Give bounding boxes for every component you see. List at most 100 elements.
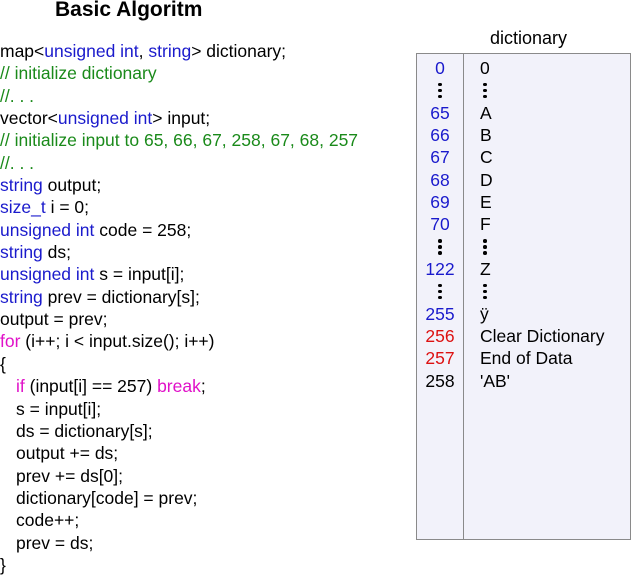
dictionary-value: C: [480, 147, 493, 168]
code-token: > input;: [152, 108, 211, 129]
code-token: break: [157, 376, 201, 397]
code-token: for: [0, 331, 21, 352]
code-line: size_t i = 0;: [0, 196, 358, 218]
dictionary-code: 66: [430, 125, 450, 146]
ellipsis-dots-icon: [422, 236, 458, 258]
code-token: prev += ds[0];: [16, 465, 124, 486]
code-token: // initialize input to 65, 66, 67, 258, …: [0, 130, 359, 151]
dictionary-code-column: 0 65 66 67 68 69 70 122 255 256 257 258: [422, 57, 458, 392]
code-token: s = input[i];: [94, 264, 185, 285]
code-token: prev = ds;: [16, 532, 94, 553]
code-line: {: [0, 353, 358, 375]
code-token: ;: [200, 376, 206, 397]
code-token: ,: [138, 41, 149, 61]
code-token: code = 258;: [94, 219, 192, 240]
dictionary-code: 255: [425, 303, 455, 324]
code-token: map<: [0, 41, 45, 61]
code-line: if (input[i] == 257) break;: [0, 375, 358, 397]
code-line: //. . .: [0, 152, 358, 174]
code-token: (i++; i < input.size(); i++): [20, 331, 215, 352]
dictionary-value: 'AB': [480, 370, 511, 391]
dictionary-value: E: [480, 192, 492, 213]
code-token: //. . .: [0, 152, 35, 173]
code-line: ds = dictionary[s];: [0, 420, 358, 442]
ellipsis-dots-icon: [480, 280, 630, 302]
dictionary-code: 258: [425, 370, 455, 391]
dictionary-code: 67: [430, 147, 450, 168]
dictionary-value: 0: [480, 58, 490, 78]
dictionary-value-column: 0 A B C D E F Zÿ Clear Dictionary End of Data 'AB': [480, 57, 630, 392]
code-line: vector<unsigned int> input;: [0, 107, 358, 129]
dictionary-code: 69: [430, 192, 450, 213]
code-token: unsigned int: [44, 41, 139, 61]
code-line: //. . .: [0, 85, 358, 107]
code-line: output += ds;: [0, 442, 358, 464]
dictionary-value: A: [480, 102, 492, 123]
code-line: output = prev;: [0, 308, 358, 330]
dictionary-code: 70: [430, 214, 450, 235]
code-token: ds;: [42, 242, 72, 263]
ellipsis-dots-icon: [480, 236, 630, 258]
code-token: dictionary[code] = prev;: [16, 487, 198, 508]
code-token: vector<: [0, 108, 58, 129]
dictionary-code: 0: [435, 58, 445, 78]
code-token: string: [0, 175, 43, 196]
dictionary-code: 257: [425, 348, 455, 369]
ellipsis-dots-icon: [422, 280, 458, 302]
dictionary-value: B: [480, 125, 492, 146]
code-token: i = 0;: [45, 197, 90, 218]
code-token: output = prev;: [0, 309, 108, 330]
code-token: ds = dictionary[s];: [16, 420, 153, 441]
code-token: output += ds;: [16, 443, 119, 464]
code-token: string: [0, 286, 43, 307]
code-token: }: [0, 554, 6, 575]
dictionary-title: dictionary: [490, 28, 568, 48]
dictionary-value: ÿ: [480, 303, 489, 324]
code-line: string ds;: [0, 241, 358, 263]
code-line: }: [0, 554, 358, 576]
code-token: code++;: [16, 510, 80, 531]
code-line: // initialize dictionary: [0, 62, 358, 84]
code-token: //. . .: [0, 85, 35, 106]
dictionary-value: F: [480, 214, 491, 235]
code-token: if: [16, 376, 25, 397]
code-token: size_t: [0, 197, 46, 218]
code-line: prev += ds[0];: [0, 465, 358, 487]
page-title: Basic Algoritm: [55, 0, 203, 21]
dictionary-value: Z: [480, 259, 491, 280]
code-line: string output;: [0, 174, 358, 196]
code-token: string: [0, 242, 43, 263]
dictionary-code: 256: [425, 326, 455, 347]
dictionary-code: 68: [430, 169, 450, 190]
code-line: // initialize input to 65, 66, 67, 258, …: [0, 129, 358, 151]
code-block: map<unsigned int, string> dictionary;// …: [0, 40, 358, 576]
code-line: prev = ds;: [0, 532, 358, 554]
code-token: > dictionary;: [191, 41, 287, 61]
dictionary-value: End of Data: [480, 348, 573, 369]
dictionary-value: D: [480, 169, 493, 190]
dictionary-code: 122: [425, 259, 455, 280]
code-token: unsigned int: [0, 264, 95, 285]
code-token: s = input[i];: [16, 398, 102, 419]
code-token: output;: [42, 175, 102, 196]
code-line: dictionary[code] = prev;: [0, 487, 358, 509]
code-token: // initialize dictionary: [0, 63, 157, 84]
code-line: unsigned int code = 258;: [0, 219, 358, 241]
code-line: code++;: [0, 509, 358, 531]
code-line: s = input[i];: [0, 398, 358, 420]
dictionary-divider: [463, 53, 464, 540]
code-token: unsigned int: [57, 108, 153, 129]
ellipsis-dots-icon: [480, 79, 630, 101]
code-line: for (i++; i < input.size(); i++): [0, 330, 358, 352]
ellipsis-dots-icon: [422, 79, 458, 101]
code-line: string prev = dictionary[s];: [0, 286, 358, 308]
code-line: unsigned int s = input[i];: [0, 263, 358, 285]
code-token: string: [148, 41, 192, 61]
dictionary-value: Clear Dictionary: [480, 326, 605, 347]
code-line: map<unsigned int, string> dictionary;: [0, 40, 358, 62]
code-token: {: [0, 353, 6, 374]
code-token: (input[i] == 257): [24, 376, 158, 397]
code-token: unsigned int: [0, 219, 95, 240]
code-token: prev = dictionary[s];: [42, 286, 200, 307]
dictionary-code: 65: [430, 102, 450, 123]
